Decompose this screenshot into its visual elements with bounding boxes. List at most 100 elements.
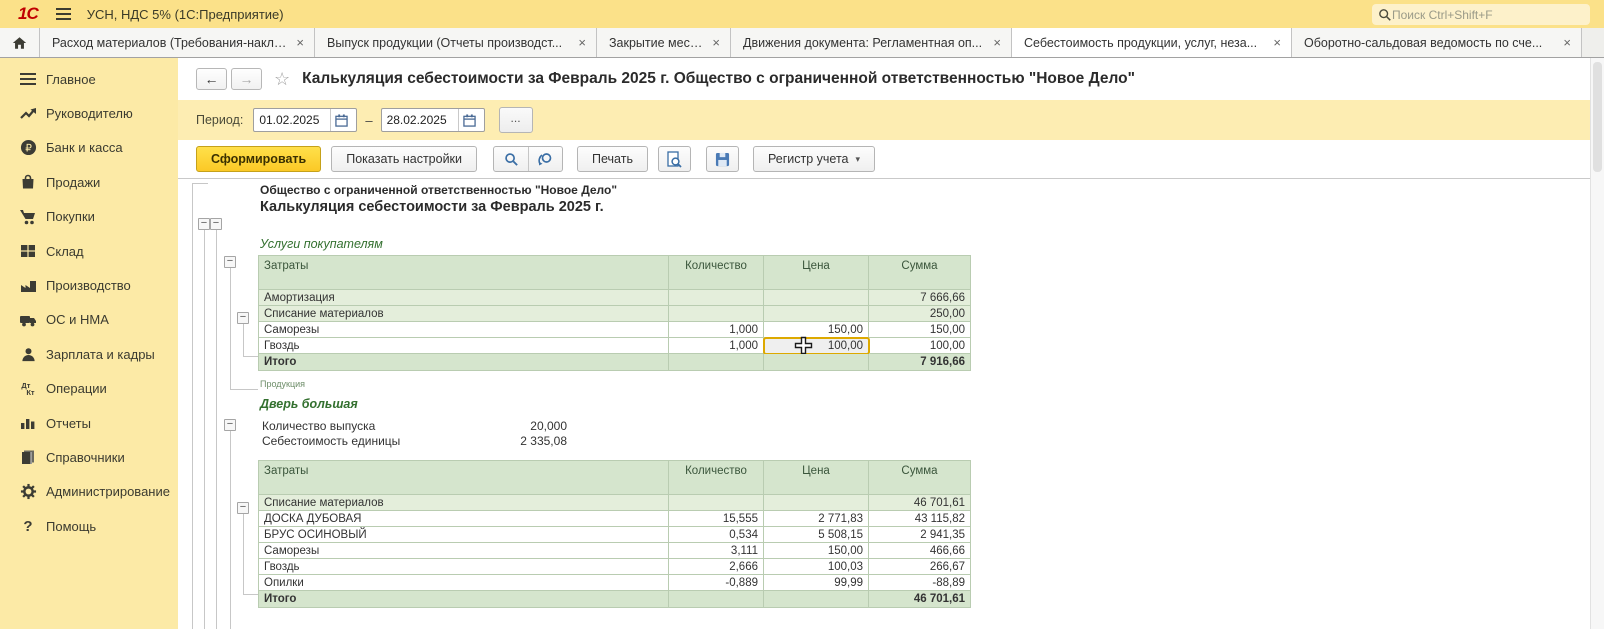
save-button[interactable]	[706, 146, 739, 172]
tab-zakrytie-mesyaca[interactable]: Закрытие месяца ×	[597, 28, 731, 57]
sidebar-item-pomosch[interactable]: ? Помощь	[0, 509, 178, 543]
table-cell[interactable]: 266,67	[869, 559, 971, 575]
collapse-group-button[interactable]: −	[237, 312, 249, 324]
table-cell[interactable]: БРУС ОСИНОВЫЙ	[259, 527, 669, 543]
table-cell[interactable]: 3,111	[669, 543, 764, 559]
sidebar-item-proizvodstvo[interactable]: Производство	[0, 268, 178, 302]
period-from-input[interactable]	[254, 113, 330, 127]
table-cell[interactable]: 43 115,82	[869, 511, 971, 527]
period-to-field[interactable]	[381, 108, 485, 132]
sidebar-item-rukovoditelyu[interactable]: Руководителю	[0, 96, 178, 130]
sidebar-item-otchety[interactable]: Отчеты	[0, 406, 178, 440]
calendar-icon[interactable]	[458, 109, 480, 131]
table-cell[interactable]: Саморезы	[259, 322, 669, 338]
table-cell[interactable]: Гвоздь	[259, 559, 669, 575]
print-button[interactable]: Печать	[577, 146, 648, 172]
tab-raskhod-materialov[interactable]: Расход материалов (Требования-накла... ×	[40, 28, 315, 57]
home-button[interactable]	[0, 28, 40, 57]
tab-vypusk-produkcii[interactable]: Выпуск продукции (Отчеты производст... ×	[315, 28, 597, 57]
table-cell[interactable]: 150,00	[764, 322, 869, 338]
close-icon[interactable]: ×	[1561, 35, 1573, 50]
close-icon[interactable]: ×	[710, 35, 722, 50]
tab-sebestoimost-produkcii[interactable]: Себестоимость продукции, услуг, неза... …	[1012, 28, 1292, 57]
register-dropdown-button[interactable]: Регистр учета▾	[753, 146, 875, 172]
period-from-field[interactable]	[253, 108, 357, 132]
table-cell[interactable]: Списание материалов	[259, 306, 669, 322]
table-cell[interactable]: 150,00	[764, 543, 869, 559]
table-cell[interactable]: 100,00	[869, 338, 971, 354]
scrollbar-thumb[interactable]	[1593, 62, 1602, 172]
table-cell[interactable]: Саморезы	[259, 543, 669, 559]
close-icon[interactable]: ×	[576, 35, 588, 50]
search-input[interactable]	[1392, 8, 1572, 22]
table-cell[interactable]	[764, 290, 869, 306]
print-preview-button[interactable]	[658, 146, 691, 172]
table-cell[interactable]: 1,000	[669, 338, 764, 354]
close-icon[interactable]: ×	[1271, 35, 1283, 50]
forward-button[interactable]: →	[231, 68, 262, 90]
table-cell[interactable]: 15,555	[669, 511, 764, 527]
table-cell[interactable]: 46 701,61	[869, 495, 971, 511]
find-button[interactable]	[494, 147, 528, 171]
collapse-group-button[interactable]: −	[224, 256, 236, 268]
table-cell[interactable]: 2 771,83	[764, 511, 869, 527]
find-next-button[interactable]	[528, 147, 562, 171]
close-icon[interactable]: ×	[991, 35, 1003, 50]
table-cell[interactable]: Итого	[259, 354, 669, 371]
main-menu-icon[interactable]	[56, 8, 71, 20]
table-cell[interactable]: 2,666	[669, 559, 764, 575]
collapse-group-button[interactable]: −	[224, 419, 236, 431]
table-cell[interactable]	[669, 591, 764, 608]
global-search[interactable]	[1372, 4, 1590, 25]
table-cell[interactable]: 7 916,66	[869, 354, 971, 371]
table-cell[interactable]: Списание материалов	[259, 495, 669, 511]
table-cell[interactable]: Амортизация	[259, 290, 669, 306]
favorite-star-icon[interactable]: ☆	[274, 69, 290, 90]
table-cell[interactable]	[764, 495, 869, 511]
sidebar-item-prodazhi[interactable]: Продажи	[0, 165, 178, 199]
show-settings-button[interactable]: Показать настройки	[331, 146, 477, 172]
sidebar-item-glavnoe[interactable]: Главное	[0, 62, 178, 96]
table-cell[interactable]: 5 508,15	[764, 527, 869, 543]
selected-cell[interactable]: 100,00	[764, 338, 869, 354]
sidebar-item-operacii[interactable]: ДтКт Операции	[0, 372, 178, 406]
sidebar-item-pokupki[interactable]: Покупки	[0, 200, 178, 234]
generate-button[interactable]: Сформировать	[196, 146, 321, 172]
table-cell[interactable]: -88,89	[869, 575, 971, 591]
sidebar-item-sklad[interactable]: Склад	[0, 234, 178, 268]
calendar-icon[interactable]	[330, 109, 352, 131]
collapse-group-button[interactable]: −	[198, 218, 210, 230]
table-cell[interactable]: 1,000	[669, 322, 764, 338]
table-cell[interactable]	[669, 306, 764, 322]
table-cell[interactable]	[669, 290, 764, 306]
sidebar-item-bank-i-kassa[interactable]: ₽ Банк и касса	[0, 131, 178, 165]
table-cell[interactable]: 46 701,61	[869, 591, 971, 608]
tab-dvizheniya-dokumenta[interactable]: Движения документа: Регламентная оп... ×	[731, 28, 1012, 57]
table-cell[interactable]: Гвоздь	[259, 338, 669, 354]
table-cell[interactable]	[764, 354, 869, 371]
period-more-button[interactable]: ...	[499, 107, 533, 133]
vertical-scrollbar[interactable]	[1590, 58, 1604, 629]
period-to-input[interactable]	[382, 113, 458, 127]
sidebar-item-spravochniki[interactable]: Справочники	[0, 440, 178, 474]
table-cell[interactable]	[669, 354, 764, 371]
table-cell[interactable]: 99,99	[764, 575, 869, 591]
table-cell[interactable]: 7 666,66	[869, 290, 971, 306]
table-cell[interactable]: -0,889	[669, 575, 764, 591]
back-button[interactable]: ←	[196, 68, 227, 90]
collapse-group-button[interactable]: −	[210, 218, 222, 230]
tab-oborotno-saldovaya[interactable]: Оборотно-сальдовая ведомость по сче... ×	[1292, 28, 1582, 57]
table-cell[interactable]: Итого	[259, 591, 669, 608]
collapse-group-button[interactable]: −	[237, 502, 249, 514]
sidebar-item-zarplata-i-kadry[interactable]: Зарплата и кадры	[0, 337, 178, 371]
table-cell[interactable]	[669, 495, 764, 511]
table-cell[interactable]: 100,03	[764, 559, 869, 575]
sidebar-item-os-i-nma[interactable]: ОС и НМА	[0, 303, 178, 337]
table-cell[interactable]	[764, 306, 869, 322]
table-cell[interactable]: ДОСКА ДУБОВАЯ	[259, 511, 669, 527]
table-cell[interactable]: 2 941,35	[869, 527, 971, 543]
table-cell[interactable]: 466,66	[869, 543, 971, 559]
table-cell[interactable]: Опилки	[259, 575, 669, 591]
table-cell[interactable]: 150,00	[869, 322, 971, 338]
table-cell[interactable]	[764, 591, 869, 608]
